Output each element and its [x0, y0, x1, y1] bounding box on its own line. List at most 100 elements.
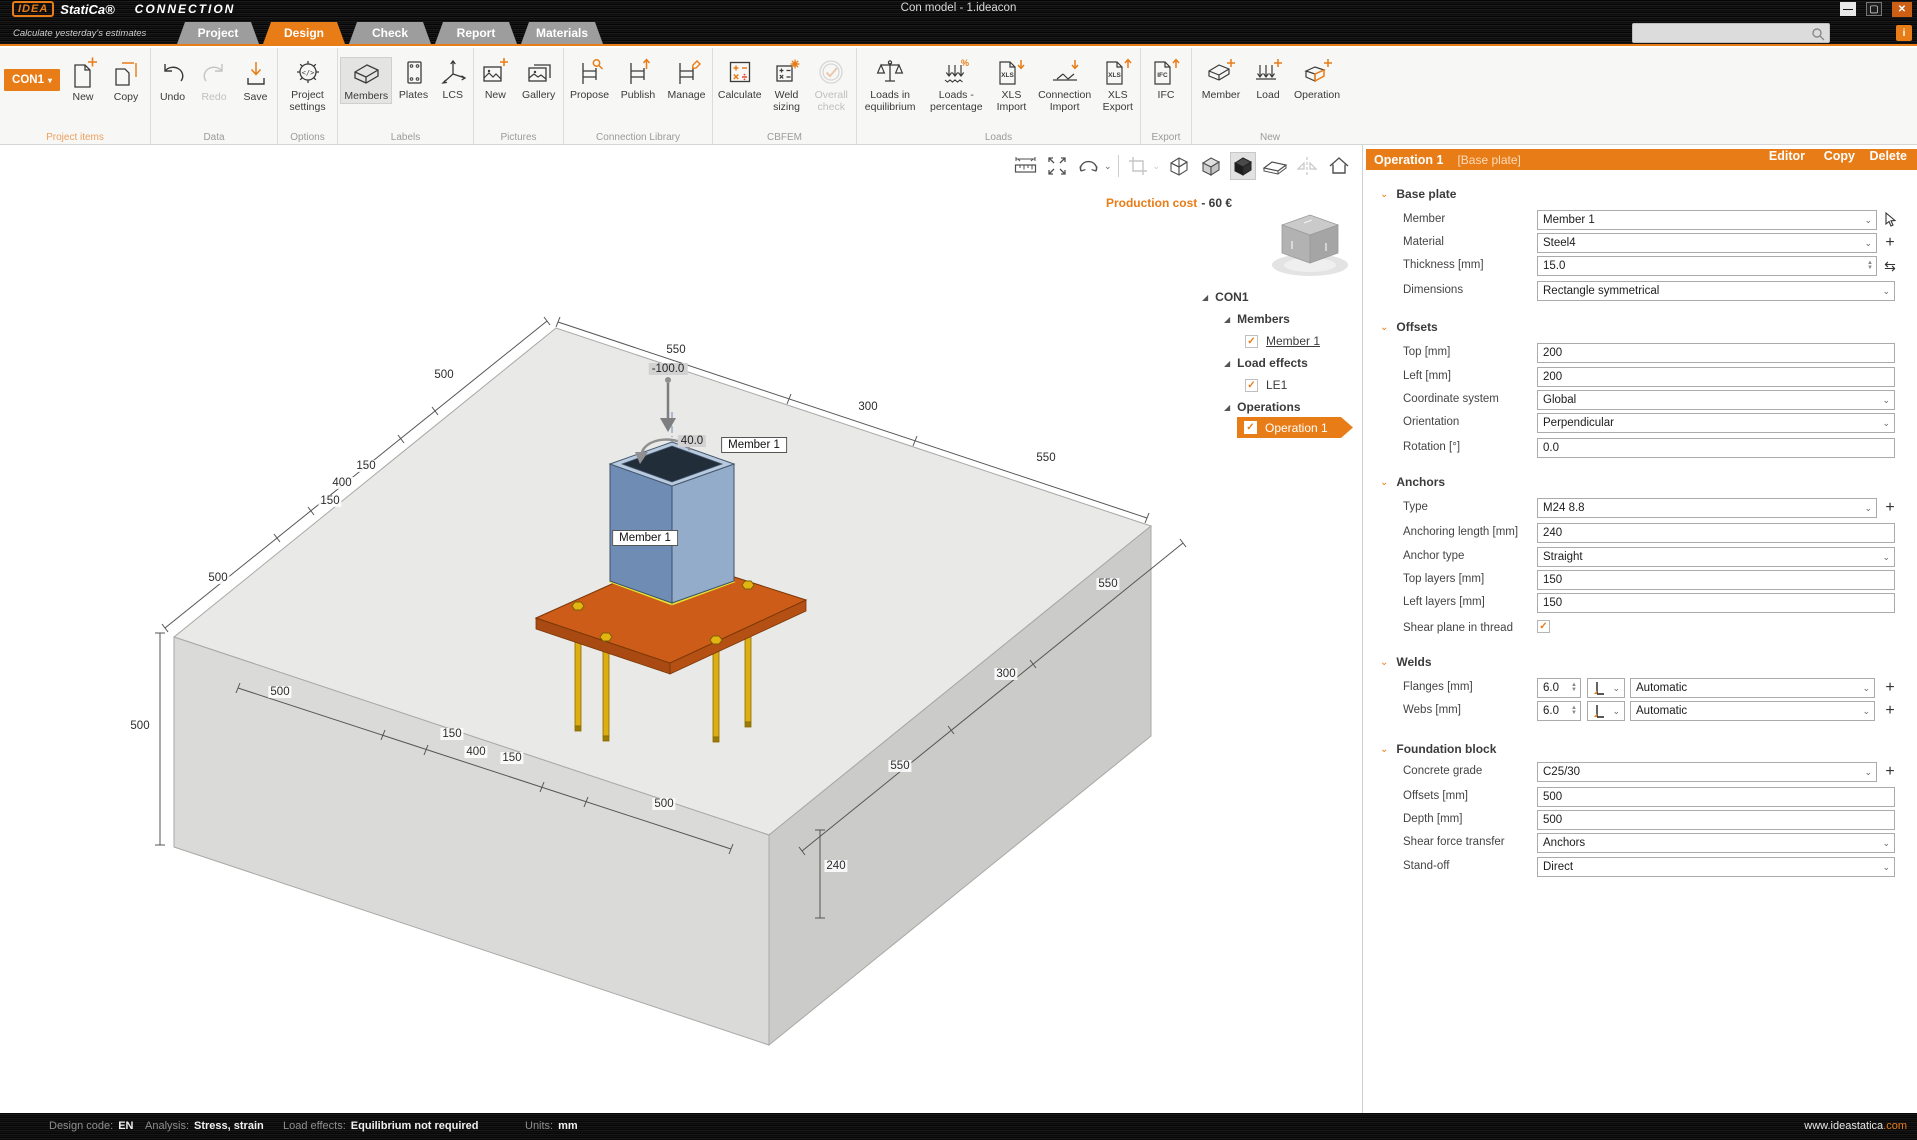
tree-node-members[interactable]: ◢ Members [1224, 309, 1290, 329]
rotation-input[interactable]: 0.0 [1537, 438, 1895, 458]
coordinate-system-select[interactable]: Global⌄ [1537, 390, 1895, 410]
connection-selector[interactable]: CON1 ▾ [4, 69, 60, 91]
tree-expander-icon[interactable]: ◢ [1224, 403, 1230, 412]
section-base-plate[interactable]: ⌄Base plate [1380, 187, 1456, 201]
measure-icon[interactable] [1012, 152, 1038, 180]
tree-node-operations[interactable]: ◢ Operations [1224, 397, 1301, 417]
new-operation-button[interactable]: Operation [1290, 57, 1344, 102]
members-labels-toggle[interactable]: Members [340, 57, 392, 104]
copy-operation-button[interactable]: Copy [1824, 145, 1855, 166]
spinner-icon[interactable]: ▲▼ [1571, 683, 1577, 693]
chevron-down-icon[interactable]: ⌄ [1104, 161, 1112, 172]
member-select[interactable]: Member 1⌄ [1537, 210, 1877, 230]
anchor-type-select[interactable]: M24 8.8⌄ [1537, 498, 1877, 518]
new-project-item-button[interactable]: New [64, 57, 102, 104]
block-depth-input[interactable]: 500 [1537, 810, 1895, 830]
info-button[interactable]: i [1896, 25, 1912, 41]
close-button[interactable]: ✕ [1892, 2, 1912, 17]
left-layers-input[interactable]: 150 [1537, 593, 1895, 613]
navigation-cube[interactable] [1262, 205, 1358, 281]
ifc-export-button[interactable]: IFC IFC [1146, 57, 1186, 102]
weld-sizing-button[interactable]: Weld sizing [767, 57, 807, 113]
stand-off-select[interactable]: Direct⌄ [1537, 857, 1895, 877]
home-view-icon[interactable] [1326, 152, 1352, 180]
tree-expander-icon[interactable]: ◢ [1224, 359, 1230, 368]
new-picture-button[interactable]: New [476, 57, 514, 102]
solid-view-icon[interactable] [1230, 152, 1256, 180]
pick-member-cursor-icon[interactable] [1881, 210, 1899, 230]
web-weld-type-select[interactable]: ⌄ [1587, 701, 1625, 721]
maximize-button[interactable]: ▢ [1866, 2, 1882, 16]
add-flange-weld-button[interactable]: + [1881, 678, 1899, 698]
propose-button[interactable]: Propose [566, 57, 614, 102]
loads-percentage-button[interactable]: % Loads - percentage [923, 57, 989, 113]
shear-force-transfer-select[interactable]: Anchors⌄ [1537, 833, 1895, 853]
web-weld-mode-select[interactable]: Automatic⌄ [1630, 701, 1875, 721]
editor-button[interactable]: Editor [1769, 145, 1805, 166]
copy-project-item-button[interactable]: Copy [106, 57, 146, 104]
checkbox-checked-icon[interactable]: ✓ [1244, 421, 1257, 434]
tree-expander-icon[interactable]: ◢ [1202, 293, 1208, 302]
tab-report[interactable]: Report [435, 22, 517, 44]
checkbox-checked-icon[interactable]: ✓ [1245, 379, 1258, 392]
tab-project[interactable]: Project [177, 22, 259, 44]
tab-design[interactable]: Design [263, 22, 345, 44]
offset-top-input[interactable]: 200 [1537, 343, 1895, 363]
spinner-icon[interactable]: ▲▼ [1867, 261, 1873, 271]
concrete-grade-select[interactable]: C25/30⌄ [1537, 762, 1877, 782]
tab-materials[interactable]: Materials [521, 22, 603, 44]
flange-weld-size-input[interactable]: 6.0▲▼ [1537, 678, 1581, 698]
flange-weld-mode-select[interactable]: Automatic⌄ [1630, 678, 1875, 698]
redo-button[interactable]: Redo [194, 57, 234, 104]
gallery-button[interactable]: Gallery [517, 57, 561, 102]
tab-check[interactable]: Check [349, 22, 431, 44]
plate-view-icon[interactable] [1262, 152, 1288, 180]
web-weld-size-input[interactable]: 6.0▲▼ [1537, 701, 1581, 721]
tree-node-con1[interactable]: ◢ CON1 [1202, 287, 1249, 307]
rotate-view-icon[interactable] [1076, 152, 1102, 180]
manage-button[interactable]: Manage [663, 57, 711, 102]
xls-export-button[interactable]: XLS XLS Export [1096, 57, 1140, 113]
minimize-button[interactable]: — [1840, 2, 1856, 16]
new-member-button[interactable]: Member [1196, 57, 1246, 102]
save-button[interactable]: Save [236, 57, 276, 104]
checkbox-checked-icon[interactable]: ✓ [1245, 335, 1258, 348]
section-anchors[interactable]: ⌄Anchors [1380, 475, 1445, 489]
new-load-button[interactable]: Load [1250, 57, 1286, 102]
project-settings-button[interactable]: </> Project settings [280, 57, 336, 113]
thickness-input[interactable]: 15.0▲▼ [1537, 256, 1877, 276]
section-welds[interactable]: ⌄Welds [1380, 655, 1432, 669]
material-select[interactable]: Steel4⌄ [1537, 233, 1877, 253]
calculate-button[interactable]: Calculate [714, 57, 766, 102]
swap-dimensions-icon[interactable]: ⇆ [1881, 256, 1899, 276]
tree-node-load-effects[interactable]: ◢ Load effects [1224, 353, 1308, 373]
tree-item-member1[interactable]: ✓ Member 1 [1245, 331, 1320, 351]
orientation-select[interactable]: Perpendicular⌄ [1537, 413, 1895, 433]
xls-import-button[interactable]: XLS XLS Import [989, 57, 1033, 113]
add-anchor-type-button[interactable]: + [1881, 498, 1899, 518]
flange-weld-type-select[interactable]: ⌄ [1587, 678, 1625, 698]
publish-button[interactable]: Publish [615, 57, 661, 102]
search-input[interactable] [1637, 25, 1807, 41]
tree-item-le1[interactable]: ✓ LE1 [1245, 375, 1287, 395]
spinner-icon[interactable]: ▲▼ [1571, 706, 1577, 716]
dimensions-select[interactable]: Rectangle symmetrical⌄ [1537, 281, 1895, 301]
add-material-button[interactable]: + [1881, 233, 1899, 253]
tree-expander-icon[interactable]: ◢ [1224, 315, 1230, 324]
anchoring-length-input[interactable]: 240 [1537, 523, 1895, 543]
zoom-fit-icon[interactable] [1044, 152, 1070, 180]
anchor-shape-select[interactable]: Straight⌄ [1537, 547, 1895, 567]
undo-button[interactable]: Undo [153, 57, 193, 104]
website-link[interactable]: www.ideastatica.com [1804, 1120, 1907, 1132]
lcs-labels-toggle[interactable]: LCS [435, 57, 471, 102]
block-offsets-input[interactable]: 500 [1537, 787, 1895, 807]
transparent-view-icon[interactable] [1198, 152, 1224, 180]
wireframe-view-icon[interactable] [1166, 152, 1192, 180]
plates-labels-toggle[interactable]: Plates [395, 57, 433, 102]
add-web-weld-button[interactable]: + [1881, 701, 1899, 721]
connection-import-button[interactable]: Connection Import [1034, 57, 1096, 113]
section-offsets[interactable]: ⌄Offsets [1380, 320, 1438, 334]
offset-left-input[interactable]: 200 [1537, 367, 1895, 387]
overall-check-button[interactable]: Overall check [807, 57, 855, 113]
section-foundation-block[interactable]: ⌄Foundation block [1380, 742, 1496, 756]
